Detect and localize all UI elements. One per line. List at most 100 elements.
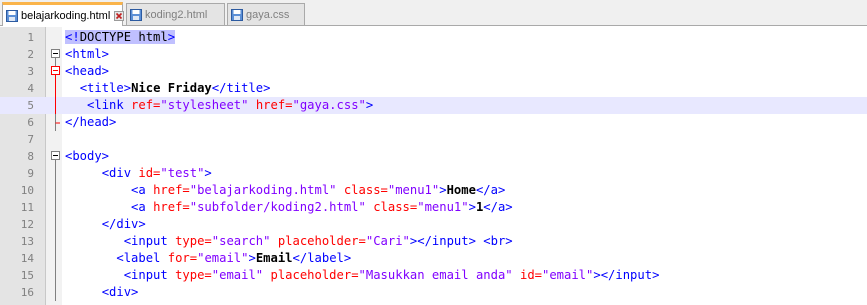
- code-text: <div>: [65, 284, 139, 301]
- fold-line: [51, 267, 60, 284]
- code-token: <a: [131, 183, 154, 197]
- code-token: <body>: [65, 149, 110, 163]
- code-line[interactable]: 7: [0, 131, 867, 148]
- code-token: ref=: [131, 98, 161, 112]
- code-token: <br>: [483, 234, 513, 248]
- line-number: 16: [20, 286, 34, 299]
- line-number: 11: [20, 201, 34, 214]
- code-text: <body>: [65, 148, 109, 165]
- line-number: 13: [20, 235, 34, 248]
- code-token: </a>: [475, 183, 506, 197]
- fold-line: [51, 182, 60, 199]
- line-number: 9: [27, 167, 34, 180]
- line-number: 14: [20, 252, 34, 265]
- code-line[interactable]: 13 <input type="search" placeholder="Car…: [0, 233, 867, 250]
- code-token: DOCTYPE html: [79, 30, 168, 44]
- code-token: "Masukkan email anda": [358, 268, 513, 282]
- code-text: <head>: [65, 63, 109, 80]
- floppy-save-icon: [231, 8, 243, 21]
- code-token: <div>: [101, 285, 139, 299]
- code-line[interactable]: 8 <body>: [0, 148, 867, 165]
- code-token: type=: [175, 234, 212, 248]
- code-token: class=: [343, 183, 388, 197]
- code-line[interactable]: 10 <a href="belajarkoding.html" class="m…: [0, 182, 867, 199]
- code-editor[interactable]: 1 <!DOCTYPE html> 2 <html> 3 <head> 4 <title>N…: [0, 27, 867, 305]
- code-token: Home: [446, 183, 476, 197]
- code-text: <!DOCTYPE html>: [65, 29, 176, 46]
- code-token: <input: [123, 234, 176, 248]
- code-line[interactable]: 14 <label for="email">Email</label>: [0, 250, 867, 267]
- fold-line: [51, 46, 60, 63]
- line-number: 12: [20, 218, 34, 231]
- fold-collapse-icon[interactable]: [51, 148, 60, 165]
- code-line[interactable]: 2 <html>: [0, 46, 867, 63]
- line-number: 4: [27, 82, 34, 95]
- code-text: <div id="test">: [65, 165, 212, 182]
- code-text: <a href="belajarkoding.html" class="menu…: [65, 182, 505, 199]
- tab-label: gaya.css: [246, 8, 290, 21]
- code-token: </title>: [211, 81, 271, 95]
- code-text: <label for="email">Email</label>: [65, 250, 351, 267]
- code-token: </div>: [101, 217, 146, 231]
- fold-line: [51, 284, 60, 301]
- tab-label: koding2.html: [145, 8, 208, 21]
- code-line[interactable]: 6 </head>: [0, 114, 867, 131]
- code-line[interactable]: 4 <title>Nice Friday</title>: [0, 80, 867, 97]
- code-token: </label>: [292, 251, 352, 265]
- code-token: "stylesheet": [160, 98, 249, 112]
- code-token: <!: [65, 30, 80, 44]
- code-line[interactable]: 5 <link ref="stylesheet" href="gaya.css"…: [0, 97, 867, 114]
- code-token: "email": [542, 268, 594, 282]
- code-token: "subfolder/koding2.html": [189, 200, 366, 214]
- code-text: <link ref="stylesheet" href="gaya.css">: [65, 97, 373, 114]
- code-token: ></input>: [593, 268, 660, 282]
- code-token: <title>: [79, 81, 132, 95]
- code-text: <a href="subfolder/koding2.html" class="…: [65, 199, 513, 216]
- fold-line: [51, 114, 60, 131]
- tab-belajarkoding[interactable]: belajarkoding.html: [2, 2, 125, 26]
- tab-gaya-css[interactable]: gaya.css: [227, 3, 305, 25]
- code-token: <html>: [65, 47, 110, 61]
- code-token: <div: [101, 166, 139, 180]
- code-line[interactable]: 3 <head>: [0, 63, 867, 80]
- code-line[interactable]: 12 </div>: [0, 216, 867, 233]
- code-token: id=: [138, 166, 161, 180]
- code-token: <input: [123, 268, 176, 282]
- fold-line: [51, 233, 60, 250]
- line-number: 2: [27, 48, 34, 61]
- fold-line: [51, 165, 60, 182]
- code-token: href=: [153, 200, 190, 214]
- fold-collapse-icon[interactable]: [51, 63, 60, 80]
- code-text: <input type="search" placeholder="Cari">…: [65, 233, 513, 250]
- close-icon[interactable]: [114, 10, 125, 21]
- code-line[interactable]: 15 <input type="email" placeholder="Masu…: [0, 267, 867, 284]
- fold-line: [51, 199, 60, 216]
- line-number: 5: [27, 99, 34, 112]
- code-token: for=: [167, 251, 198, 265]
- code-line[interactable]: 11 <a href="subfolder/koding2.html" clas…: [0, 199, 867, 216]
- tab-label: belajarkoding.html: [21, 9, 111, 22]
- line-number: 10: [20, 184, 34, 197]
- code-text: </div>: [65, 216, 146, 233]
- tab-koding2[interactable]: koding2.html: [126, 3, 225, 25]
- code-text: <title>Nice Friday</title>: [65, 80, 271, 97]
- code-token: <a: [131, 200, 154, 214]
- code-token: Nice Friday: [131, 81, 212, 95]
- code-token: ></input>: [409, 234, 476, 248]
- code-token: "email": [197, 251, 249, 265]
- fold-line: [51, 97, 60, 114]
- code-token: >: [204, 166, 212, 180]
- code-line[interactable]: 16 <div>: [0, 284, 867, 301]
- code-token: >: [468, 200, 476, 214]
- code-line[interactable]: 9 <div id="test">: [0, 165, 867, 182]
- code-line[interactable]: 1 <!DOCTYPE html>: [0, 29, 867, 46]
- code-token: class=: [373, 200, 418, 214]
- code-token: <link: [87, 98, 132, 112]
